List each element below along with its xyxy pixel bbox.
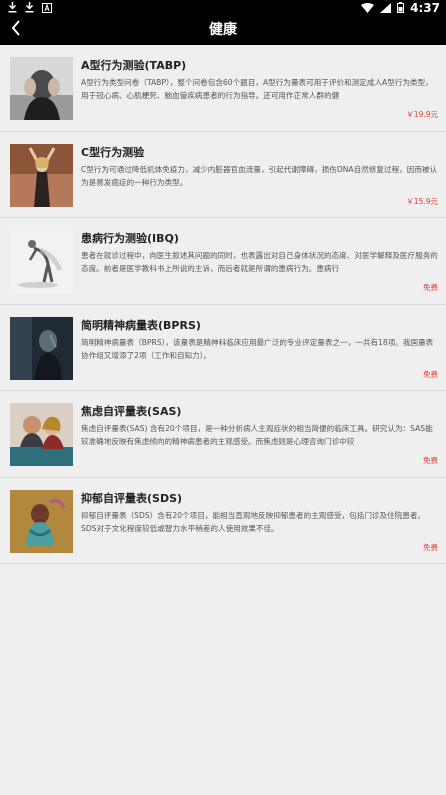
list-item[interactable]: C型行为测验 C型行为可通过降低机体免疫力，减少内脏器官血流量，引起代谢障碍，损…: [0, 131, 446, 218]
item-price: 免费: [423, 283, 438, 292]
app-header: 健康: [0, 15, 446, 45]
item-title: A型行为测验(TABP): [81, 59, 187, 72]
item-price: 免费: [423, 456, 438, 465]
item-price: 免费: [423, 369, 438, 379]
item-description: 焦虑自评量表(SAS) 含有20个项目，是一种分析病人主观症状的相当简便的临床工…: [81, 424, 433, 446]
item-title: 抑郁自评量表(SDS): [81, 491, 183, 505]
list-item[interactable]: 简明精神病量表(BPRS) 简明精神病量表（BPRS），该量表是精神科临床应用最…: [0, 304, 446, 391]
status-bar: 4:37: [0, 0, 446, 15]
anxious-couple-image: [10, 403, 73, 466]
item-description: 患者在就诊过程中，向医生叙述其问题的同时，也表露出对自己身体状况的态度、对医学解…: [81, 251, 438, 273]
list-item[interactable]: 患病行为测验(IBQ) 患者在就诊过程中，向医生叙述其问题的同时，也表露出对自己…: [0, 218, 446, 305]
list-item[interactable]: 焦虑自评量表(SAS) 焦虑自评量表(SAS) 含有20个项目，是一种分析病人主…: [0, 391, 446, 478]
item-price: ￥15.9元: [406, 196, 438, 206]
dark-figure-image: [10, 316, 73, 380]
bent-man-figure-image: [10, 230, 73, 293]
status-system: 4:37: [361, 0, 440, 15]
list-item[interactable]: 抑郁自评量表(SDS) 抑郁自评量表（SDS）含有20个项目，能相当直观地反映抑…: [0, 477, 446, 564]
item-description: 抑郁自评量表（SDS）含有20个项目，能相当直观地反映抑郁患者的主观感受，包括门…: [81, 510, 426, 533]
item-title: 焦虑自评量表(SAS): [81, 405, 182, 418]
item-description: A型行为类型问卷（TABP），整个问卷包含60个题目，A型行为量表可用于评价和测…: [81, 78, 433, 100]
item-title: C型行为测验: [81, 145, 145, 159]
page-title: 健康: [209, 22, 237, 38]
stressed-man-image: [10, 57, 73, 120]
item-description: 简明精神病量表（BPRS），该量表是精神科临床应用最广泛的专业评定量表之一，一共…: [81, 337, 434, 360]
item-price: 免费: [423, 542, 438, 552]
item-title: 患病行为测验(IBQ): [81, 232, 179, 245]
crouching-child-image: [10, 489, 73, 553]
test-list: A型行为测验(TABP) A型行为类型问卷（TABP），整个问卷包含60个题目，…: [0, 45, 446, 564]
woman-arms-raised-image: [10, 143, 73, 207]
status-notifications: [8, 0, 52, 15]
list-item[interactable]: A型行为测验(TABP) A型行为类型问卷（TABP），整个问卷包含60个题目，…: [0, 45, 446, 132]
item-description: C型行为可通过降低机体免疫力，减少内脏器官血流量，引起代谢障碍，损伤DNA自然修…: [81, 164, 438, 187]
item-price: ￥19.9元: [406, 110, 438, 119]
item-title: 简明精神病量表(BPRS): [81, 318, 201, 332]
status-time: 4:37: [410, 0, 440, 15]
